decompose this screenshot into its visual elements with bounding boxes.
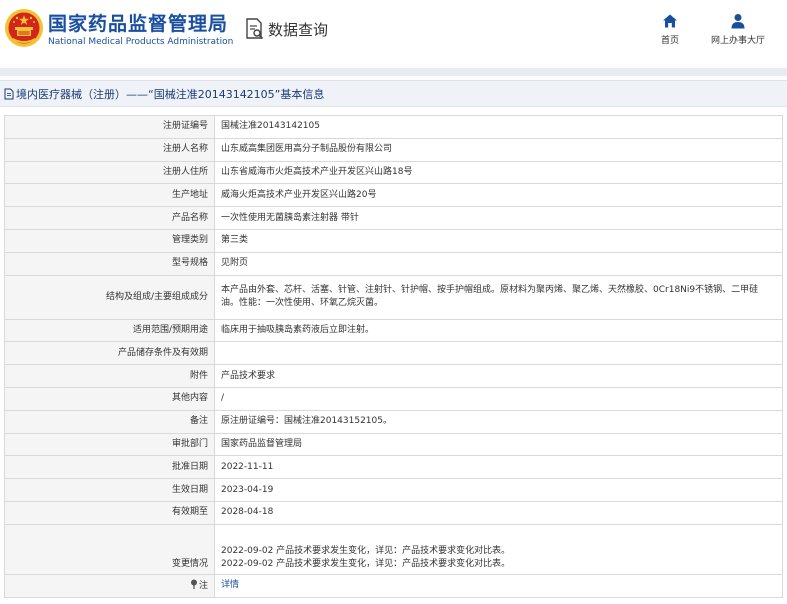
change-history-line: 2022-09-02 产品技术要求发生变化，详见：产品技术要求变化对比表。 xyxy=(221,558,511,569)
pin-icon xyxy=(190,579,197,589)
row-label: 生效日期 xyxy=(4,478,215,502)
breadcrumb: 境内医疗器械（注册）——“国械注准20143142105”基本信息 xyxy=(0,80,787,107)
row-value: / xyxy=(214,386,783,411)
table-row: 生产地址 威海火炬高技术产业开发区兴山路20号 xyxy=(4,183,783,208)
table-row: 注册人住所 山东省威海市火炬高技术产业开发区兴山路18号 xyxy=(4,160,783,185)
site-title[interactable]: 国家药品监督管理局 xyxy=(48,9,228,36)
table-row: 产品储存条件及有效期 xyxy=(4,341,783,366)
change-history-row: 变更情况 2022-09-02 产品技术要求发生变化，详见：产品技术要求变化对比… xyxy=(4,523,783,575)
row-label: 备注 xyxy=(4,409,215,434)
row-label: 注 xyxy=(4,573,215,598)
nav-online-office-label: 网上办事大厅 xyxy=(710,36,765,46)
row-value: 详情 xyxy=(214,573,783,598)
row-label: 适用范围/预期用途 xyxy=(4,318,215,343)
table-row: 产品名称 一次性使用无菌胰岛素注射器 带针 xyxy=(4,206,783,230)
row-label: 产品储存条件及有效期 xyxy=(4,341,215,366)
row-value: 国家药品监督管理局 xyxy=(214,432,783,457)
row-value: 山东威高集团医用高分子制品股份有限公司 xyxy=(214,137,783,162)
nav-home-label: 首页 xyxy=(660,36,679,46)
site-subtitle: National Medical Products Administration xyxy=(48,37,234,47)
table-row: 其他内容 / xyxy=(4,386,783,411)
row-label: 变更情况 xyxy=(4,523,215,575)
row-value: 国械注准20143142105 xyxy=(214,115,783,139)
table-row: 适用范围/预期用途 临床用于抽吸胰岛素药液后立即注射。 xyxy=(4,318,783,343)
breadcrumb-text: 境内医疗器械（注册）——“国械注准20143142105”基本信息 xyxy=(16,87,325,101)
header-divider xyxy=(0,68,787,76)
table-row: 管理类别 第三类 xyxy=(4,228,783,253)
emblem-logo-icon[interactable] xyxy=(4,8,44,48)
row-value: 本产品由外套、芯杆、活塞、针管、注射针、针护帽、按手护帽组成。原材料为聚丙烯、聚… xyxy=(214,274,783,320)
table-row: 备注 原注册证编号：国械注准20143152105。 xyxy=(4,409,783,434)
row-label: 结构及组成/主要组成成分 xyxy=(4,274,215,320)
row-label: 批准日期 xyxy=(4,455,215,480)
row-label: 有效期至 xyxy=(4,500,215,525)
row-label: 审批部门 xyxy=(4,432,215,457)
row-value: 威海火炬高技术产业开发区兴山路20号 xyxy=(214,183,783,208)
row-label: 型号规格 xyxy=(4,251,215,276)
table-row: 型号规格 见附页 xyxy=(4,251,783,276)
row-label: 注册人住所 xyxy=(4,160,215,185)
home-icon xyxy=(663,14,677,28)
details-link[interactable]: 详情 xyxy=(221,580,239,590)
row-value: 原注册证编号：国械注准20143152105。 xyxy=(214,409,783,434)
row-value: 产品技术要求 xyxy=(214,364,783,388)
nav-online-office[interactable]: 网上办事大厅 xyxy=(704,13,772,46)
table-row: 审批部门 国家药品监督管理局 xyxy=(4,432,783,457)
row-value: 第三类 xyxy=(214,228,783,253)
row-value: 2022-11-11 xyxy=(214,455,783,480)
row-value: 一次性使用无菌胰岛素注射器 带针 xyxy=(214,206,783,230)
change-history-line: 2022-09-02 产品技术要求发生变化，详见：产品技术要求变化对比表。 xyxy=(221,545,511,556)
row-value: 2023-04-19 xyxy=(214,478,783,502)
table-row: 批准日期 2022-11-11 xyxy=(4,455,783,480)
table-row: 结构及组成/主要组成成分 本产品由外套、芯杆、活塞、针管、注射针、针护帽、按手护… xyxy=(4,274,783,320)
row-label: 生产地址 xyxy=(4,183,215,208)
site-header: 国家药品监督管理局 National Medical Products Admi… xyxy=(0,0,787,66)
detail-table: 注册证编号 国械注准20143142105 注册人名称 山东威高集团医用高分子制… xyxy=(4,115,783,598)
data-query-heading: 数据查询 xyxy=(245,16,328,42)
row-value: 山东省威海市火炬高技术产业开发区兴山路18号 xyxy=(214,160,783,185)
row-label: 注册人名称 xyxy=(4,137,215,162)
note-row: 注 详情 xyxy=(4,573,783,598)
document-search-icon xyxy=(246,18,264,40)
row-value: 见附页 xyxy=(214,251,783,276)
table-row: 注册证编号 国械注准20143142105 xyxy=(4,115,783,139)
nav-home[interactable]: 首页 xyxy=(655,13,685,46)
table-row: 注册人名称 山东威高集团医用高分子制品股份有限公司 xyxy=(4,137,783,162)
table-row: 附件 产品技术要求 xyxy=(4,364,783,388)
document-icon xyxy=(4,88,14,99)
note-label: 注 xyxy=(198,580,208,591)
table-row: 有效期至 2028-04-18 xyxy=(4,500,783,525)
change-history-value: 2022-09-02 产品技术要求发生变化，详见：产品技术要求变化对比表。 20… xyxy=(214,523,783,575)
data-query-label: 数据查询 xyxy=(268,20,329,39)
table-row: 生效日期 2023-04-19 xyxy=(4,478,783,502)
row-value xyxy=(214,341,783,366)
row-label: 其他内容 xyxy=(4,386,215,411)
row-value: 2028-04-18 xyxy=(214,500,783,525)
row-label: 注册证编号 xyxy=(4,115,215,139)
row-label: 产品名称 xyxy=(4,206,215,230)
row-label: 附件 xyxy=(4,364,215,388)
row-value: 临床用于抽吸胰岛素药液后立即注射。 xyxy=(214,318,783,343)
user-icon xyxy=(731,14,745,29)
row-label: 管理类别 xyxy=(4,228,215,253)
